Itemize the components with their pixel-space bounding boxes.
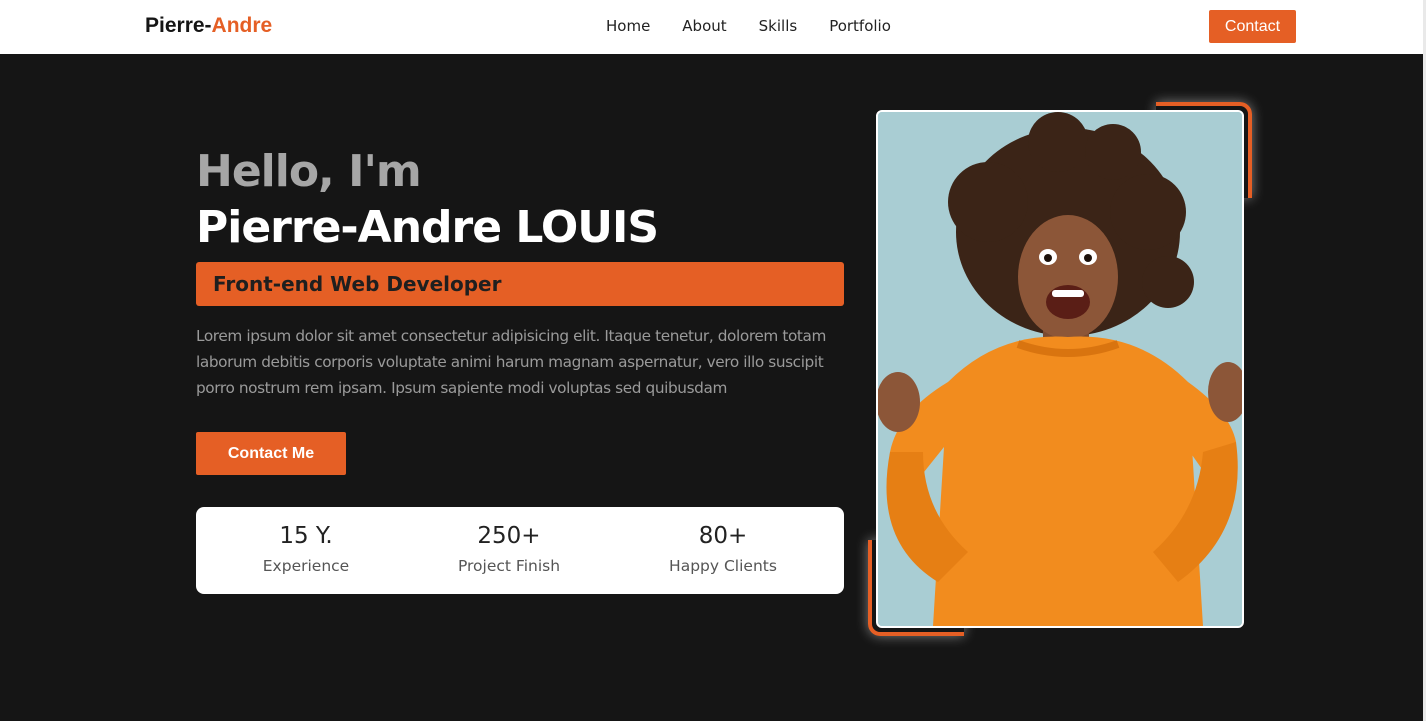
stat-clients: 80+ Happy Clients <box>623 523 823 575</box>
stat-value: 80+ <box>698 523 748 549</box>
nav-skills[interactable]: Skills <box>759 17 798 35</box>
hero-name: Pierre-Andre LOUIS <box>196 202 659 253</box>
profile-photo <box>876 110 1244 628</box>
stat-value: 15 Y. <box>279 523 333 549</box>
contact-button[interactable]: Contact <box>1209 10 1296 43</box>
hero-greeting: Hello, I'm <box>196 146 422 197</box>
stat-value: 250+ <box>477 523 541 549</box>
logo-accent: Andre <box>211 14 273 37</box>
nav-portfolio[interactable]: Portfolio <box>829 17 891 35</box>
hero-bio: Lorem ipsum dolor sit amet consectetur a… <box>196 327 826 397</box>
nav-home[interactable]: Home <box>606 17 650 35</box>
role-title: Front-end Web Developer <box>213 272 502 296</box>
contact-me-button[interactable]: Contact Me <box>196 432 346 475</box>
stat-projects: 250+ Project Finish <box>409 523 609 575</box>
top-navbar: Pierre-Andre Home About Skills Portfolio… <box>0 0 1426 54</box>
stat-label: Happy Clients <box>669 557 777 575</box>
main-nav: Home About Skills Portfolio <box>606 17 891 35</box>
role-banner: Front-end Web Developer <box>196 262 844 306</box>
stats-card: 15 Y. Experience 250+ Project Finish 80+… <box>196 507 844 594</box>
stat-label: Experience <box>262 557 350 575</box>
site-logo[interactable]: Pierre-Andre <box>145 14 272 38</box>
logo-first: Pierre- <box>145 14 212 37</box>
nav-about[interactable]: About <box>682 17 726 35</box>
stat-label: Project Finish <box>457 557 561 575</box>
stat-experience: 15 Y. Experience <box>206 523 406 575</box>
portrait-photo-icon <box>878 112 1242 626</box>
